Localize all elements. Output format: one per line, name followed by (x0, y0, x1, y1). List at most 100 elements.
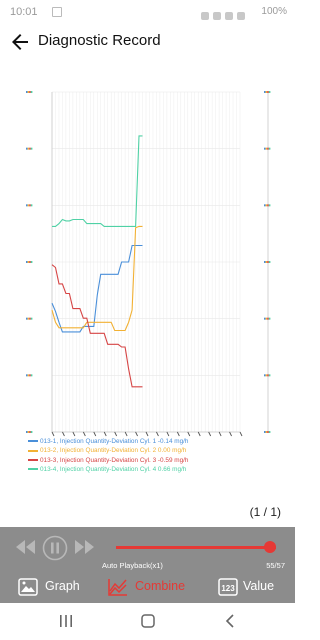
x-tick-mark (103, 431, 107, 437)
x-tick-mark (72, 431, 76, 437)
y-tick-mark-left (27, 204, 30, 207)
x-tick-mark (176, 431, 180, 437)
x-tick-mark (166, 431, 170, 437)
y-tick-mark-right (267, 261, 269, 263)
y-tick-mark-right (267, 147, 269, 150)
y-tick-mark-left (27, 147, 30, 150)
y-tick-mark-left (26, 431, 28, 433)
y-tick-mark-left (29, 374, 31, 377)
y-tick-mark-right (264, 261, 266, 263)
x-tick-mark (208, 431, 212, 437)
home-icon (141, 614, 155, 628)
y-tick-mark-right (268, 91, 271, 93)
x-tick-mark (187, 431, 191, 437)
page-title: Diagnostic Record (38, 32, 161, 49)
playback-speed-label: Auto Playback(x1) (102, 561, 163, 570)
legend-swatch (28, 449, 38, 452)
y-tick-mark-left (29, 317, 31, 320)
back-button[interactable] (8, 30, 32, 54)
battery-icon (237, 12, 245, 20)
legend-item-2: 013-2, Injection Quantity-Deviation Cyl.… (28, 446, 288, 455)
y-tick-mark-left (29, 261, 31, 263)
x-tick-mark (197, 431, 201, 437)
fast-forward-button[interactable] (72, 537, 96, 557)
x-tick-mark (124, 431, 128, 437)
x-tick-mark (145, 431, 149, 437)
y-tick-mark-left (26, 261, 28, 263)
y-tick-mark-right (265, 261, 268, 263)
legend-label: 013-3, Injection Quantity-Deviation Cyl.… (40, 456, 189, 464)
y-tick-mark-left (26, 147, 28, 150)
numeric-icon: 123 (218, 578, 238, 596)
recent-apps-icon (60, 615, 72, 627)
y-tick-mark-right (264, 317, 266, 320)
y-tick-mark-right (265, 431, 268, 433)
y-tick-mark-right (264, 147, 266, 150)
y-tick-mark-right (265, 147, 268, 150)
legend-label: 013-4, Injection Quantity-Deviation Cyl.… (40, 465, 187, 473)
legend-label: 013-2, Injection Quantity-Deviation Cyl.… (40, 447, 187, 455)
y-tick-mark-right (265, 91, 268, 93)
legend-item-1: 013-1, Injection Quantity-Deviation Cyl.… (28, 437, 288, 446)
y-tick-mark-right (268, 317, 271, 320)
status-bar: 10:01 100% (0, 0, 295, 24)
mute-icon (225, 12, 233, 20)
playback-slider[interactable] (116, 546, 276, 549)
chart-svg (26, 91, 271, 437)
y-tick-mark-left (27, 317, 30, 320)
y-tick-mark-right (265, 204, 268, 207)
chart-legend: 013-1, Injection Quantity-Deviation Cyl.… (28, 437, 288, 474)
status-time: 10:01 (10, 6, 38, 18)
home-button[interactable] (138, 611, 158, 631)
legend-swatch (28, 440, 38, 443)
x-tick-mark (93, 431, 97, 437)
x-tick-mark (135, 431, 138, 437)
y-tick-mark-left (26, 204, 28, 207)
status-icons (201, 7, 261, 20)
tab-graph[interactable]: Graph (18, 577, 84, 599)
app-bar: Diagnostic Record (0, 24, 295, 60)
x-tick-mark (51, 431, 55, 437)
recent-apps-button[interactable] (56, 611, 76, 631)
y-tick-mark-left (26, 91, 28, 93)
fast-forward-icon (75, 540, 94, 554)
svg-text:123: 123 (221, 584, 235, 593)
x-tick-mark (239, 431, 243, 437)
y-tick-mark-right (265, 317, 268, 320)
x-tick-mark (218, 431, 222, 437)
y-tick-mark-right (268, 261, 271, 263)
y-tick-mark-right (264, 204, 266, 207)
y-tick-mark-left (29, 204, 31, 207)
y-tick-mark-left (27, 91, 30, 93)
pause-button[interactable] (42, 535, 68, 561)
signal-icon (213, 12, 221, 20)
system-nav-bar (0, 603, 295, 640)
y-tick-mark-left (30, 147, 33, 150)
wifi-icon (201, 12, 209, 20)
legend-item-4: 013-4, Injection Quantity-Deviation Cyl.… (28, 465, 288, 474)
playback-slider-thumb[interactable] (264, 541, 277, 553)
y-tick-mark-left (30, 261, 33, 263)
page-indicator: (1 / 1) (249, 505, 281, 519)
pause-icon (42, 535, 68, 561)
y-tick-mark-right (264, 91, 266, 93)
y-tick-mark-left (27, 374, 30, 377)
y-tick-mark-right (264, 374, 266, 377)
tab-value[interactable]: 123 Value (218, 577, 278, 599)
y-tick-mark-left (30, 317, 33, 320)
rewind-icon (16, 540, 35, 554)
tab-combine-label: Combine (135, 579, 186, 593)
tab-combine[interactable]: Combine (108, 577, 190, 599)
y-tick-mark-left (30, 431, 33, 433)
y-tick-mark-left (29, 91, 31, 93)
arrow-back-icon (12, 34, 28, 50)
y-tick-mark-right (268, 431, 271, 433)
battery-percent: 100% (261, 6, 287, 17)
system-back-button[interactable] (220, 611, 240, 631)
line-chart (0, 70, 295, 450)
y-tick-mark-right (267, 431, 269, 433)
y-tick-mark-left (29, 431, 31, 433)
legend-label: 013-1, Injection Quantity-Deviation Cyl.… (40, 438, 189, 445)
y-tick-mark-right (267, 204, 269, 207)
rewind-button[interactable] (14, 537, 38, 557)
